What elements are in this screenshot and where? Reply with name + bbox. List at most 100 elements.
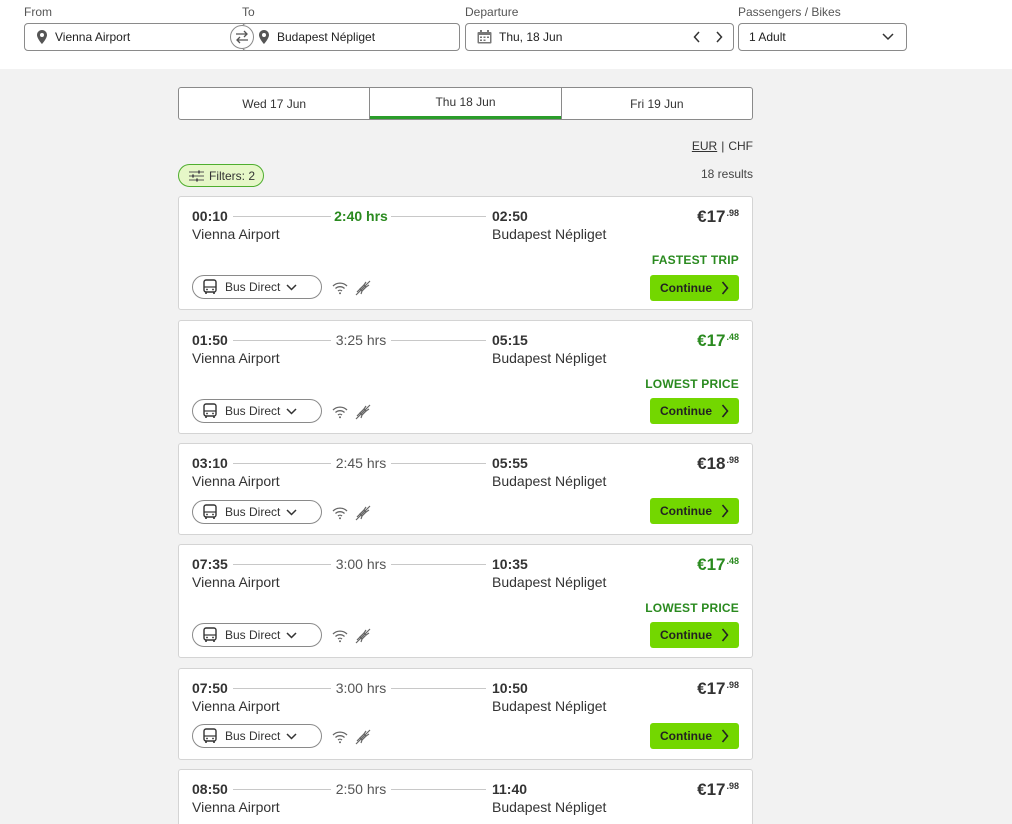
trip-price: €17.98 [697,207,739,227]
continue-label: Continue [660,404,712,418]
trip-price: €17.48 [697,555,739,575]
previous-date-button[interactable] [691,30,703,44]
continue-label: Continue [660,504,712,518]
trip-price: €17.48 [697,331,739,351]
trip-price: €17.98 [697,679,739,699]
arrival-station: Budapest Népliget [492,226,607,242]
arrival-time: 05:15 [492,332,528,348]
to-field[interactable]: Budapest Népliget [242,23,460,51]
route-line [233,463,331,464]
continue-button[interactable]: Continue [650,723,739,749]
location-pin-icon [259,30,269,44]
departure-value: Thu, 18 Jun [499,30,563,44]
passengers-select[interactable]: 1 Adult [738,23,907,51]
tab-thu-18-jun[interactable]: Thu 18 Jun [370,88,562,119]
arrival-time: 11:40 [492,781,528,797]
arrival-station: Budapest Népliget [492,574,607,590]
route-line [391,216,486,217]
departure-time: 00:10 [192,208,228,224]
arrival-station: Budapest Népliget [492,350,607,366]
continue-button[interactable]: Continue [650,498,739,524]
lowest-price-badge: LOWEST PRICE [645,377,739,391]
route-line [233,340,331,341]
bus-direct-label: Bus Direct [225,404,281,418]
route-line [391,340,486,341]
bus-direct-toggle[interactable]: Bus Direct [192,724,322,748]
trip-price: €17.98 [697,780,739,800]
power-plug-icon [355,404,371,420]
bus-icon [203,627,217,642]
tab-wed-17-jun[interactable]: Wed 17 Jun [179,88,371,119]
departure-station: Vienna Airport [192,226,280,242]
price-cents: .48 [726,332,739,342]
tab-fri-19-jun[interactable]: Fri 19 Jun [562,88,752,119]
wifi-icon [332,731,348,744]
continue-button[interactable]: Continue [650,398,739,424]
trip-card: 01:50 3:25 hrs 05:15 Vienna Airport Buda… [178,320,753,434]
departure-station: Vienna Airport [192,473,280,489]
trip-duration: 2:50 hrs [335,781,387,797]
passengers-value: 1 Adult [749,30,786,44]
bus-direct-toggle[interactable]: Bus Direct [192,275,322,299]
tab-label: Thu 18 Jun [435,95,496,109]
chevron-right-icon [721,504,729,518]
filters-button[interactable]: Filters: 2 [178,164,264,187]
chevron-down-icon [286,631,297,639]
arrival-station: Budapest Népliget [492,473,607,489]
departure-station: Vienna Airport [192,799,280,815]
fastest-trip-badge: FASTEST TRIP [651,253,739,267]
currency-switch: EUR | CHF [692,139,753,153]
location-pin-icon [37,30,47,44]
price-main: €18 [697,454,726,473]
trip-duration: 2:45 hrs [335,455,387,471]
bus-direct-label: Bus Direct [225,729,281,743]
trip-card: 07:50 3:00 hrs 10:50 Vienna Airport Buda… [178,668,753,760]
arrival-station: Budapest Népliget [492,799,607,815]
departure-field[interactable]: Thu, 18 Jun [465,23,734,51]
chevron-right-icon [721,628,729,642]
results-count: 18 results [700,167,753,181]
route-line [391,463,486,464]
bus-direct-toggle[interactable]: Bus Direct [192,500,322,524]
currency-chf-link[interactable]: CHF [728,139,753,153]
arrival-time: 02:50 [492,208,528,224]
bus-direct-label: Bus Direct [225,505,281,519]
bus-icon [203,403,217,418]
bus-direct-toggle[interactable]: Bus Direct [192,623,322,647]
departure-time: 07:50 [192,680,228,696]
power-plug-icon [355,729,371,745]
trip-card: 03:10 2:45 hrs 05:55 Vienna Airport Buda… [178,443,753,535]
trip-duration: 3:25 hrs [335,332,387,348]
chevron-down-icon [286,283,297,291]
departure-station: Vienna Airport [192,574,280,590]
arrival-station: Budapest Népliget [492,698,607,714]
to-value: Budapest Népliget [277,30,376,44]
price-cents: .48 [726,556,739,566]
price-main: €17 [697,207,726,226]
continue-button[interactable]: Continue [650,622,739,648]
currency-eur-link[interactable]: EUR [692,139,717,153]
trip-duration: 3:00 hrs [335,680,387,696]
departure-time: 01:50 [192,332,228,348]
route-line [391,564,486,565]
power-plug-icon [355,280,371,296]
wifi-icon [332,282,348,295]
from-field[interactable]: Vienna Airport [24,23,255,51]
price-cents: .98 [726,455,739,465]
chevron-left-icon [693,31,700,43]
departure-time: 08:50 [192,781,228,797]
bus-direct-toggle[interactable]: Bus Direct [192,399,322,423]
filter-sliders-icon [189,170,204,181]
departure-station: Vienna Airport [192,350,280,366]
swap-stations-button[interactable] [230,25,254,49]
departure-station: Vienna Airport [192,698,280,714]
arrival-time: 05:55 [492,455,528,471]
from-label: From [24,5,52,19]
departure-time: 03:10 [192,455,228,471]
swap-arrows-icon [236,30,248,44]
next-date-button[interactable] [713,30,725,44]
tab-label: Fri 19 Jun [630,96,684,111]
price-main: €17 [697,679,726,698]
continue-button[interactable]: Continue [650,275,739,301]
wifi-icon [332,507,348,520]
